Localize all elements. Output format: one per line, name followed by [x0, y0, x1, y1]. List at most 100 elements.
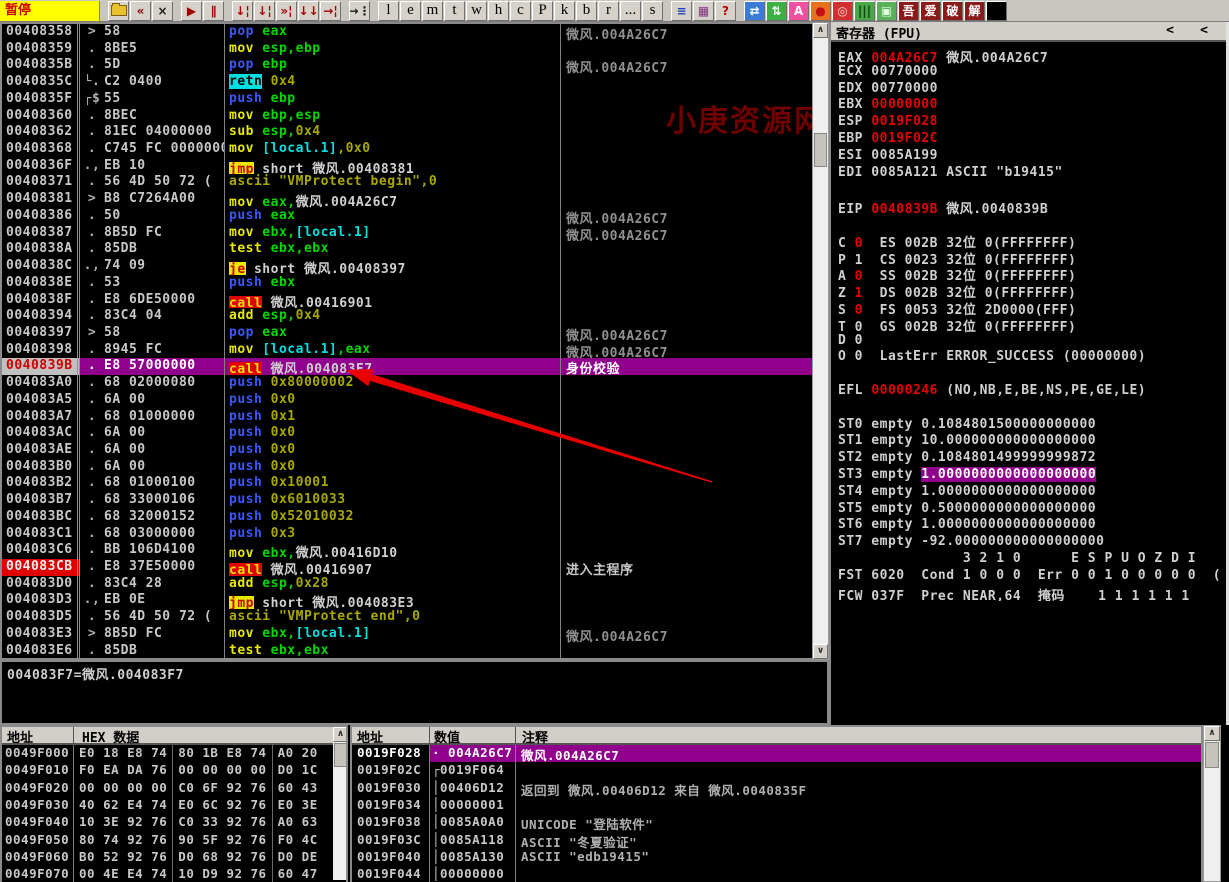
disasm-address[interactable]: 004083D3: [2, 592, 80, 609]
disasm-instruction[interactable]: push 0x10001: [225, 475, 561, 492]
disasm-instruction[interactable]: push ebx: [225, 275, 561, 292]
disasm-comment[interactable]: [561, 576, 812, 593]
dump-row[interactable]: 0049F000E0 18 E8 7480 1B E8 74A0 20: [2, 745, 346, 762]
stack-row[interactable]: 0019F02C┌0019F064: [352, 762, 1201, 779]
plugin-target-button[interactable]: ◎: [832, 1, 853, 21]
register-line[interactable]: ESP 0019F028: [831, 114, 1226, 131]
collapse-right-button[interactable]: <: [1187, 23, 1221, 38]
disasm-comment[interactable]: 微风.004A26C7: [561, 225, 812, 242]
register-line[interactable]: ST7 empty -92.000000000000000000: [831, 534, 1226, 551]
disasm-address[interactable]: 00408394: [2, 308, 80, 325]
disasm-address[interactable]: 004083B7: [2, 492, 80, 509]
disasm-row[interactable]: 004083B2.68 01000100push 0x10001: [2, 475, 812, 492]
disasm-comment[interactable]: [561, 275, 812, 292]
disasm-comment[interactable]: 微风.004A26C7: [561, 626, 812, 643]
disasm-row[interactable]: 004083C6.BB 106D4100mov ebx,微风.00416D10: [2, 542, 812, 559]
register-line[interactable]: FCW 037F Prec NEAR,64 掩码 1 1 1 1 1 1: [831, 585, 1226, 602]
disasm-comment[interactable]: [561, 375, 812, 392]
disasm-instruction[interactable]: push ebp: [225, 91, 561, 108]
disasm-instruction[interactable]: pop eax: [225, 325, 561, 342]
windows-arrange-button[interactable]: ▦: [693, 1, 714, 21]
register-line[interactable]: C 0 ES 002B 32位 0(FFFFFFFF): [831, 232, 1226, 249]
disasm-comment[interactable]: 身份校验: [561, 358, 812, 375]
disasm-row[interactable]: 004083E6.85DBtest ebx,ebx: [2, 643, 812, 660]
disasm-address[interactable]: 004083D0: [2, 576, 80, 593]
run-button[interactable]: ▶: [181, 1, 202, 21]
disasm-row[interactable]: 004083BC.68 32000152push 0x52010032: [2, 509, 812, 526]
open-file-button[interactable]: [108, 1, 129, 21]
threads-window-button[interactable]: t: [444, 1, 465, 21]
scrollbar-thumb[interactable]: [1205, 742, 1219, 768]
disasm-address[interactable]: 0040839B: [2, 358, 80, 375]
register-line[interactable]: EFL 00000246 (NO,NB,E,BE,NS,PE,GE,LE): [831, 383, 1226, 400]
disasm-comment[interactable]: [561, 174, 812, 191]
register-line[interactable]: Z 1 DS 002B 32位 0(FFFFFFFF): [831, 282, 1226, 299]
call-stack-window-button[interactable]: k: [554, 1, 575, 21]
register-line[interactable]: EDI 0085A121 ASCII "b19415": [831, 165, 1226, 182]
disasm-row[interactable]: 00408394.83C4 04add esp,0x4: [2, 308, 812, 325]
stack-row[interactable]: 0019F044│00000000: [352, 866, 1201, 882]
plugin-sliders-button[interactable]: |||: [854, 1, 875, 21]
close-button[interactable]: ×: [152, 1, 173, 21]
disasm-address[interactable]: 0040838F: [2, 292, 80, 309]
disasm-row[interactable]: 004083E3>8B5D FCmov ebx,[local.1]微风.004A…: [2, 626, 812, 643]
disasm-instruction[interactable]: pop eax: [225, 24, 561, 41]
disasm-address[interactable]: 00408360: [2, 108, 80, 125]
disasm-row[interactable]: 004083A5.6A 00push 0x0: [2, 392, 812, 409]
disasm-instruction[interactable]: push 0x80000002: [225, 375, 561, 392]
disasm-row[interactable]: 00408358>58pop eax微风.004A26C7: [2, 24, 812, 41]
disasm-comment[interactable]: [561, 74, 812, 91]
register-line[interactable]: ST4 empty 1.0000000000000000000: [831, 484, 1226, 501]
register-line[interactable]: EBP 0019F02C: [831, 131, 1226, 148]
disasm-instruction[interactable]: retn 0x4: [225, 74, 561, 91]
run-trace-window-button[interactable]: ...: [620, 1, 641, 21]
disasm-row[interactable]: 004083D3.,EB 0Ejmp short 微风.004083E3: [2, 592, 812, 609]
disasm-instruction[interactable]: mov eax,微风.004A26C7: [225, 191, 561, 208]
plugin-a-button[interactable]: A: [788, 1, 809, 21]
disasm-row[interactable]: 004083A7.68 01000000push 0x1: [2, 409, 812, 426]
disasm-row[interactable]: 0040835C└.C2 0400retn 0x4: [2, 74, 812, 91]
dump-row[interactable]: 0049F010F0 EA DA 7600 00 00 00D0 1C: [2, 762, 346, 779]
register-line[interactable]: EAX 004A26C7 微风.004A26C7: [831, 47, 1226, 64]
disasm-row[interactable]: 0040835B.5Dpop ebp微风.004A26C7: [2, 57, 812, 74]
disasm-instruction[interactable]: je short 微风.00408397: [225, 258, 561, 275]
cpu-window-button[interactable]: c: [510, 1, 531, 21]
scroll-up-icon[interactable]: ∧: [333, 727, 348, 742]
disassembly-scrollbar[interactable]: ∧ ∨: [812, 22, 829, 660]
disasm-address[interactable]: 00408381: [2, 191, 80, 208]
disasm-row[interactable]: 00408387.8B5D FCmov ebx,[local.1]微风.004A…: [2, 225, 812, 242]
disasm-instruction[interactable]: jmp short 微风.004083E3: [225, 592, 561, 609]
disasm-row[interactable]: 004083D0.83C4 28add esp,0x28: [2, 576, 812, 593]
disasm-address[interactable]: 0040838E: [2, 275, 80, 292]
disasm-address[interactable]: 004083B2: [2, 475, 80, 492]
plugin-updown-button[interactable]: ⇅: [766, 1, 787, 21]
memory-window-button[interactable]: m: [422, 1, 443, 21]
scrollbar-thumb[interactable]: [814, 133, 827, 167]
disasm-row[interactable]: 004083B0.6A 00push 0x0: [2, 459, 812, 476]
disasm-instruction[interactable]: call 微风.00416907: [225, 559, 561, 576]
disasm-comment[interactable]: [561, 158, 812, 175]
disasm-address[interactable]: 00408359: [2, 41, 80, 58]
handles-window-button[interactable]: h: [488, 1, 509, 21]
disasm-row[interactable]: 004083C1.68 03000000push 0x3: [2, 526, 812, 543]
disasm-address[interactable]: 0040835C: [2, 74, 80, 91]
plugin-wu-button[interactable]: 吾: [898, 1, 919, 21]
stack-row[interactable]: 0019F034│00000001: [352, 797, 1201, 814]
disasm-instruction[interactable]: mov ebx,微风.00416D10: [225, 542, 561, 559]
step-over-button[interactable]: ↓¦: [254, 1, 275, 21]
stack-row[interactable]: 0019F030│00406D12返回到 微风.00406D12 来自 微风.0…: [352, 780, 1201, 797]
go-to-address-button[interactable]: →⋮: [349, 1, 370, 21]
disasm-instruction[interactable]: push 0x1: [225, 409, 561, 426]
disasm-row[interactable]: 004083B7.68 33000106push 0x6010033: [2, 492, 812, 509]
animate-into-button[interactable]: »¦: [276, 1, 297, 21]
disasm-address[interactable]: 00408386: [2, 208, 80, 225]
register-line[interactable]: A 0 SS 002B 32位 0(FFFFFFFF): [831, 265, 1226, 282]
dump-row[interactable]: 0049F04010 3E 92 76C0 33 92 76A0 63: [2, 814, 346, 831]
disasm-instruction[interactable]: call 微风.004083F7: [225, 358, 561, 375]
register-line[interactable]: EBX 00000000: [831, 97, 1226, 114]
disasm-row[interactable]: 00408371.56 4D 50 72 (ascii "VMProtect b…: [2, 174, 812, 191]
disasm-address[interactable]: 004083AC: [2, 425, 80, 442]
disasm-row[interactable]: 00408386.50push eax微风.004A26C7: [2, 208, 812, 225]
disasm-address[interactable]: 0040838A: [2, 241, 80, 258]
scrollbar-thumb[interactable]: [334, 743, 347, 767]
